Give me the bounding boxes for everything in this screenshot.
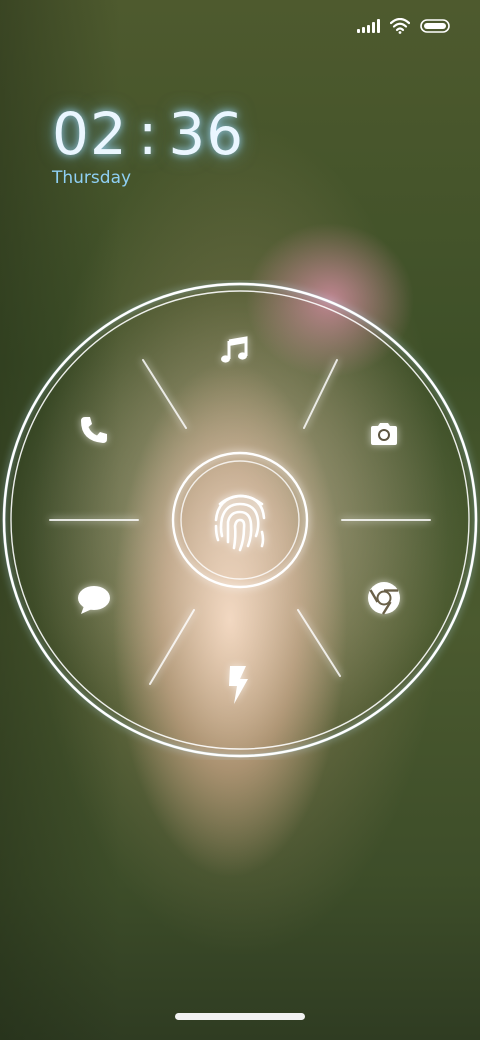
- status-bar: [357, 18, 450, 34]
- camera-icon[interactable]: [364, 414, 404, 454]
- chrome-icon[interactable]: [364, 578, 404, 618]
- clock-minutes: 36: [168, 100, 245, 168]
- signal-icon: [357, 19, 380, 33]
- clock-hours: 02: [52, 100, 128, 168]
- lock-clock: 02:36: [52, 100, 244, 168]
- fingerprint-button[interactable]: [172, 452, 308, 588]
- wifi-icon: [390, 18, 410, 34]
- home-indicator[interactable]: [175, 1013, 305, 1020]
- battery-icon: [420, 19, 450, 33]
- fingerprint-icon: [214, 494, 266, 552]
- messages-icon[interactable]: [74, 580, 114, 620]
- music-icon[interactable]: [214, 330, 254, 370]
- flashlight-icon[interactable]: [218, 664, 258, 704]
- day-label: Thursday: [52, 168, 132, 188]
- phone-icon[interactable]: [74, 410, 114, 450]
- clock-separator: :: [137, 100, 159, 168]
- quick-launch-ring: [0, 280, 480, 760]
